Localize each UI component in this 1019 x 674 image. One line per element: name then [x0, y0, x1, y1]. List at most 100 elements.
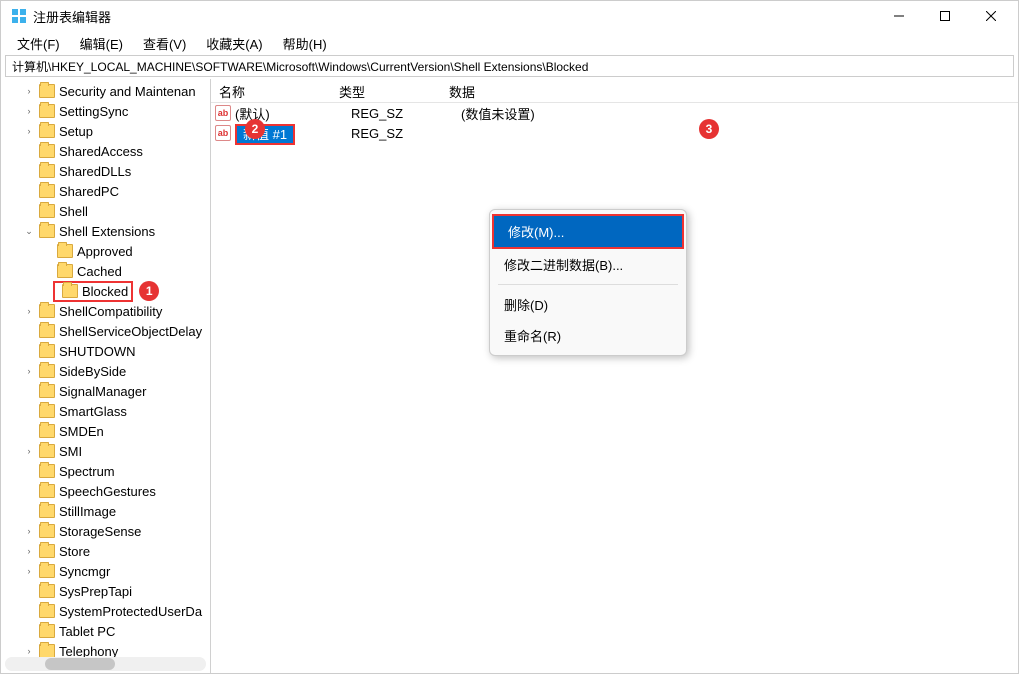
chevron-right-icon[interactable]: ›: [23, 85, 35, 97]
tree-item[interactable]: ShellServiceObjectDelay: [1, 321, 210, 341]
folder-icon: [39, 624, 55, 638]
window-controls: [876, 1, 1014, 31]
tree-item[interactable]: Shell: [1, 201, 210, 221]
tree-item[interactable]: SharedAccess: [1, 141, 210, 161]
column-name[interactable]: 名称: [211, 79, 331, 102]
value-row[interactable]: ab新值 #1REG_SZ: [211, 123, 1018, 143]
folder-icon: [39, 144, 55, 158]
tree-item[interactable]: Tablet PC: [1, 621, 210, 641]
chevron-none: [41, 265, 53, 277]
folder-icon: [39, 524, 55, 538]
tree-item-label: Store: [59, 544, 90, 559]
tree-item[interactable]: SharedPC: [1, 181, 210, 201]
tree-item[interactable]: Spectrum: [1, 461, 210, 481]
chevron-none: [23, 325, 35, 337]
tree-item[interactable]: ›StorageSense: [1, 521, 210, 541]
chevron-right-icon[interactable]: ›: [23, 445, 35, 457]
menu-view[interactable]: 查看(V): [133, 32, 196, 55]
chevron-none: [23, 625, 35, 637]
tree-item[interactable]: SignalManager: [1, 381, 210, 401]
tree-item-label: ShellCompatibility: [59, 304, 162, 319]
chevron-down-icon[interactable]: ⌄: [23, 225, 35, 237]
context-menu-modify[interactable]: 修改(M)...: [492, 214, 684, 249]
tree-item[interactable]: ›Setup: [1, 121, 210, 141]
chevron-right-icon[interactable]: ›: [23, 105, 35, 117]
tree-item[interactable]: SysPrepTapi: [1, 581, 210, 601]
chevron-right-icon[interactable]: ›: [23, 545, 35, 557]
annotation-badge-1: 1: [139, 281, 159, 301]
folder-icon: [39, 364, 55, 378]
folder-icon: [39, 644, 55, 658]
registry-tree[interactable]: ›Security and Maintenan›SettingSync›Setu…: [1, 79, 210, 661]
chevron-none: [23, 385, 35, 397]
chevron-right-icon[interactable]: ›: [23, 365, 35, 377]
tree-item[interactable]: ›SideBySide: [1, 361, 210, 381]
close-button[interactable]: [968, 1, 1014, 31]
tree-item-label: SysPrepTapi: [59, 584, 132, 599]
context-menu-separator: [498, 284, 678, 285]
chevron-right-icon[interactable]: ›: [23, 525, 35, 537]
values-list[interactable]: ab(默认)REG_SZ(数值未设置)ab新值 #1REG_SZ: [211, 103, 1018, 143]
tree-item-label: SMDEn: [59, 424, 104, 439]
tree-item[interactable]: Blocked1: [1, 281, 210, 301]
minimize-button[interactable]: [876, 1, 922, 31]
maximize-button[interactable]: [922, 1, 968, 31]
chevron-right-icon[interactable]: ›: [23, 125, 35, 137]
annotation-badge-3: 3: [699, 119, 719, 139]
tree-item-label: SMI: [59, 444, 82, 459]
column-data[interactable]: 数据: [441, 79, 1018, 102]
tree-item[interactable]: Cached: [1, 261, 210, 281]
tree-item[interactable]: › SMI: [1, 441, 210, 461]
column-type[interactable]: 类型: [331, 79, 441, 102]
string-value-icon: ab: [215, 125, 231, 141]
folder-icon: [39, 444, 55, 458]
folder-icon: [39, 564, 55, 578]
folder-icon: [39, 164, 55, 178]
chevron-right-icon[interactable]: ›: [23, 565, 35, 577]
tree-item[interactable]: SmartGlass: [1, 401, 210, 421]
chevron-none: [41, 245, 53, 257]
annotation-badge-2: 2: [245, 119, 265, 139]
folder-icon: [39, 484, 55, 498]
tree-item[interactable]: › Store: [1, 541, 210, 561]
menu-help[interactable]: 帮助(H): [273, 32, 337, 55]
tree-item[interactable]: SHUTDOWN: [1, 341, 210, 361]
tree-item[interactable]: ›Security and Maintenan: [1, 81, 210, 101]
address-bar[interactable]: 计算机\HKEY_LOCAL_MACHINE\SOFTWARE\Microsof…: [5, 55, 1014, 77]
context-menu-modify-binary[interactable]: 修改二进制数据(B)...: [490, 249, 686, 280]
menu-favorites[interactable]: 收藏夹(A): [196, 32, 272, 55]
chevron-right-icon[interactable]: ›: [23, 305, 35, 317]
context-menu-delete[interactable]: 删除(D): [490, 289, 686, 320]
folder-icon: [39, 424, 55, 438]
tree-item[interactable]: ›Syncmgr: [1, 561, 210, 581]
tree-item[interactable]: StillImage: [1, 501, 210, 521]
folder-icon: [39, 544, 55, 558]
scrollbar-thumb[interactable]: [45, 658, 115, 670]
tree-item[interactable]: ⌄Shell Extensions: [1, 221, 210, 241]
tree-item[interactable]: SMDEn: [1, 421, 210, 441]
chevron-none: [23, 165, 35, 177]
chevron-none: [23, 505, 35, 517]
app-icon: [11, 8, 27, 24]
context-menu-rename[interactable]: 重命名(R): [490, 320, 686, 351]
value-row[interactable]: ab(默认)REG_SZ(数值未设置): [211, 103, 1018, 123]
menu-file[interactable]: 文件(F): [7, 32, 70, 55]
context-menu: 修改(M)... 修改二进制数据(B)... 删除(D) 重命名(R): [489, 209, 687, 356]
folder-icon: [57, 244, 73, 258]
tree-item[interactable]: ›SettingSync: [1, 101, 210, 121]
chevron-right-icon[interactable]: ›: [23, 645, 35, 657]
tree-item-label: SmartGlass: [59, 404, 127, 419]
string-value-icon: ab: [215, 105, 231, 121]
tree-item-label: SignalManager: [59, 384, 146, 399]
tree-horizontal-scrollbar[interactable]: [5, 657, 206, 671]
tree-item[interactable]: SharedDLLs: [1, 161, 210, 181]
chevron-none: [23, 345, 35, 357]
chevron-none: [23, 485, 35, 497]
tree-item-label: Spectrum: [59, 464, 115, 479]
tree-item[interactable]: › ShellCompatibility: [1, 301, 210, 321]
tree-item[interactable]: Approved: [1, 241, 210, 261]
tree-item[interactable]: SystemProtectedUserDa: [1, 601, 210, 621]
tree-item[interactable]: SpeechGestures: [1, 481, 210, 501]
menu-edit[interactable]: 编辑(E): [70, 32, 133, 55]
tree-item-label: SharedDLLs: [59, 164, 131, 179]
